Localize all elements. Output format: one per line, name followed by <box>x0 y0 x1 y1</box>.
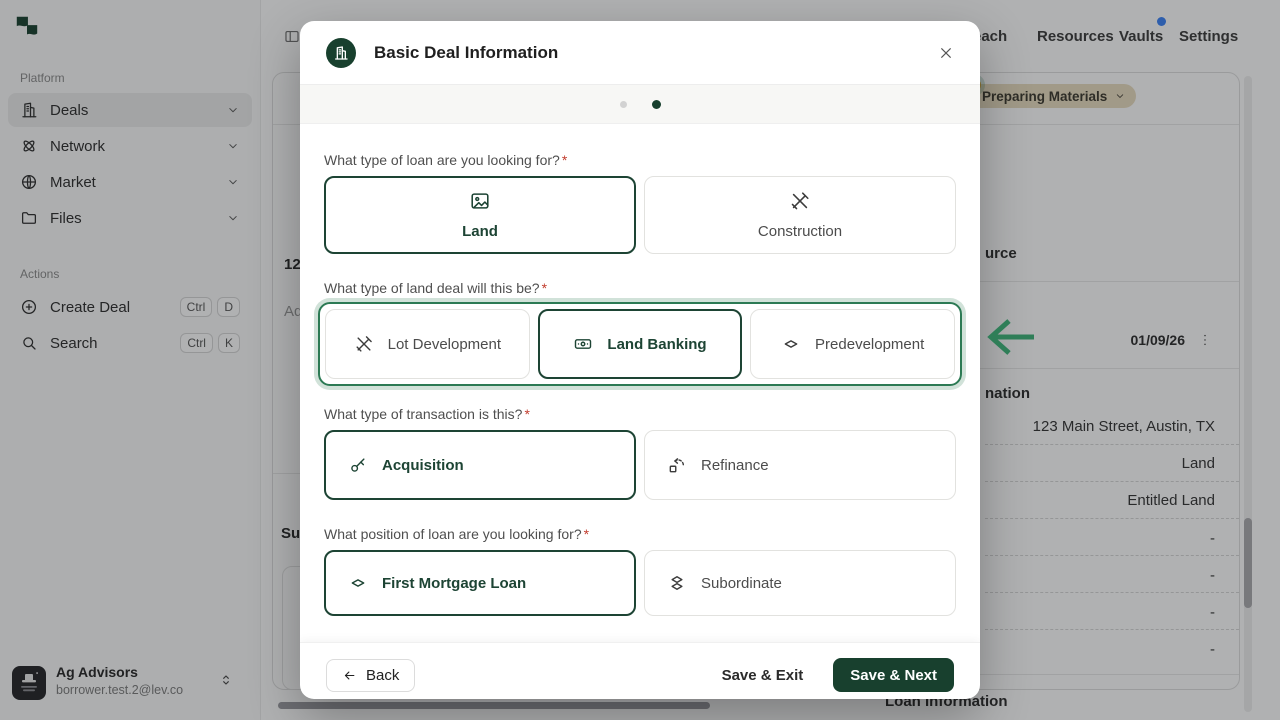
option-label: Predevelopment <box>815 335 925 353</box>
banknote-icon <box>575 339 592 349</box>
modal-footer: Back Save & Exit Save & Next <box>300 642 980 699</box>
option-card-acquisition[interactable]: Acquisition <box>324 430 636 500</box>
app-window: Platform Deals Network Market Files Acti… <box>0 0 1280 720</box>
key-icon <box>351 458 365 472</box>
option-card-subordinate[interactable]: Subordinate <box>644 550 956 616</box>
question-loan-type: What type of loan are you looking for? * <box>324 152 956 168</box>
close-icon[interactable] <box>938 45 954 61</box>
footer-actions: Save & Exit Save & Next <box>722 658 954 692</box>
save-exit-button[interactable]: Save & Exit <box>722 667 804 684</box>
refresh-icon <box>669 458 685 473</box>
arrow-left-icon <box>344 671 355 679</box>
option-card-refinance[interactable]: Refinance <box>644 430 956 500</box>
highlight-ring-annotation: Lot Development Land Banking Predevelopm… <box>318 302 962 386</box>
modal-title: Basic Deal Information <box>374 42 559 62</box>
question-text: What position of loan are you looking fo… <box>324 526 582 542</box>
option-card-land-banking[interactable]: Land Banking <box>537 309 743 379</box>
question-text: What type of land deal will this be? <box>324 280 540 296</box>
option-label: Land <box>462 223 498 240</box>
image-icon <box>471 193 489 209</box>
option-card-lot-development[interactable]: Lot Development <box>325 309 530 379</box>
step-dot-1[interactable] <box>619 100 627 108</box>
modal-body: What type of loan are you looking for? * … <box>300 124 980 642</box>
question-text: What type of transaction is this? <box>324 406 523 422</box>
option-label: Construction <box>757 223 843 240</box>
question-transaction-type: What type of transaction is this? * <box>324 406 956 422</box>
layers-icon <box>671 576 683 590</box>
option-card-first-mortgage-loan[interactable]: First Mortgage Loan <box>324 550 636 616</box>
annotation-arrow-left-icon <box>982 314 1038 360</box>
option-label: Acquisition <box>382 456 464 474</box>
question-text: What type of loan are you looking for? <box>324 152 560 168</box>
option-row-transaction-type: Acquisition Refinance <box>324 430 956 500</box>
save-next-button[interactable]: Save & Next <box>833 658 954 692</box>
diamond-icon <box>784 340 798 348</box>
required-marker: * <box>524 406 530 422</box>
option-row-loan-position: First Mortgage Loan Subordinate <box>324 550 956 616</box>
diamond-icon <box>351 579 365 587</box>
tools-icon <box>356 336 372 352</box>
option-card-predevelopment[interactable]: Predevelopment <box>750 309 955 379</box>
step-dot-2-active[interactable] <box>651 99 661 109</box>
required-marker: * <box>561 152 568 168</box>
back-label: Back <box>366 666 400 684</box>
basic-deal-information-modal: Basic Deal Information What type of loan… <box>300 21 980 699</box>
option-label: Subordinate <box>701 574 782 592</box>
option-card-land[interactable]: Land <box>324 176 636 254</box>
option-row-loan-type: Land Construction <box>324 176 956 254</box>
tools-icon <box>791 192 809 210</box>
step-indicator <box>300 84 980 124</box>
question-land-deal-type: What type of land deal will this be? * <box>324 280 956 296</box>
required-marker: * <box>541 280 548 296</box>
modal-header: Basic Deal Information <box>300 21 980 84</box>
required-marker: * <box>583 526 590 542</box>
option-label: Refinance <box>701 456 769 474</box>
option-label: Lot Development <box>387 335 502 353</box>
option-label: First Mortgage Loan <box>382 574 527 592</box>
building-icon <box>326 37 356 68</box>
back-button[interactable]: Back <box>326 658 416 692</box>
option-row-land-deal-type: Lot Development Land Banking Predevelopm… <box>325 309 955 379</box>
question-loan-position: What position of loan are you looking fo… <box>324 526 956 542</box>
option-label: Land Banking <box>607 335 707 353</box>
option-card-construction[interactable]: Construction <box>644 176 956 254</box>
